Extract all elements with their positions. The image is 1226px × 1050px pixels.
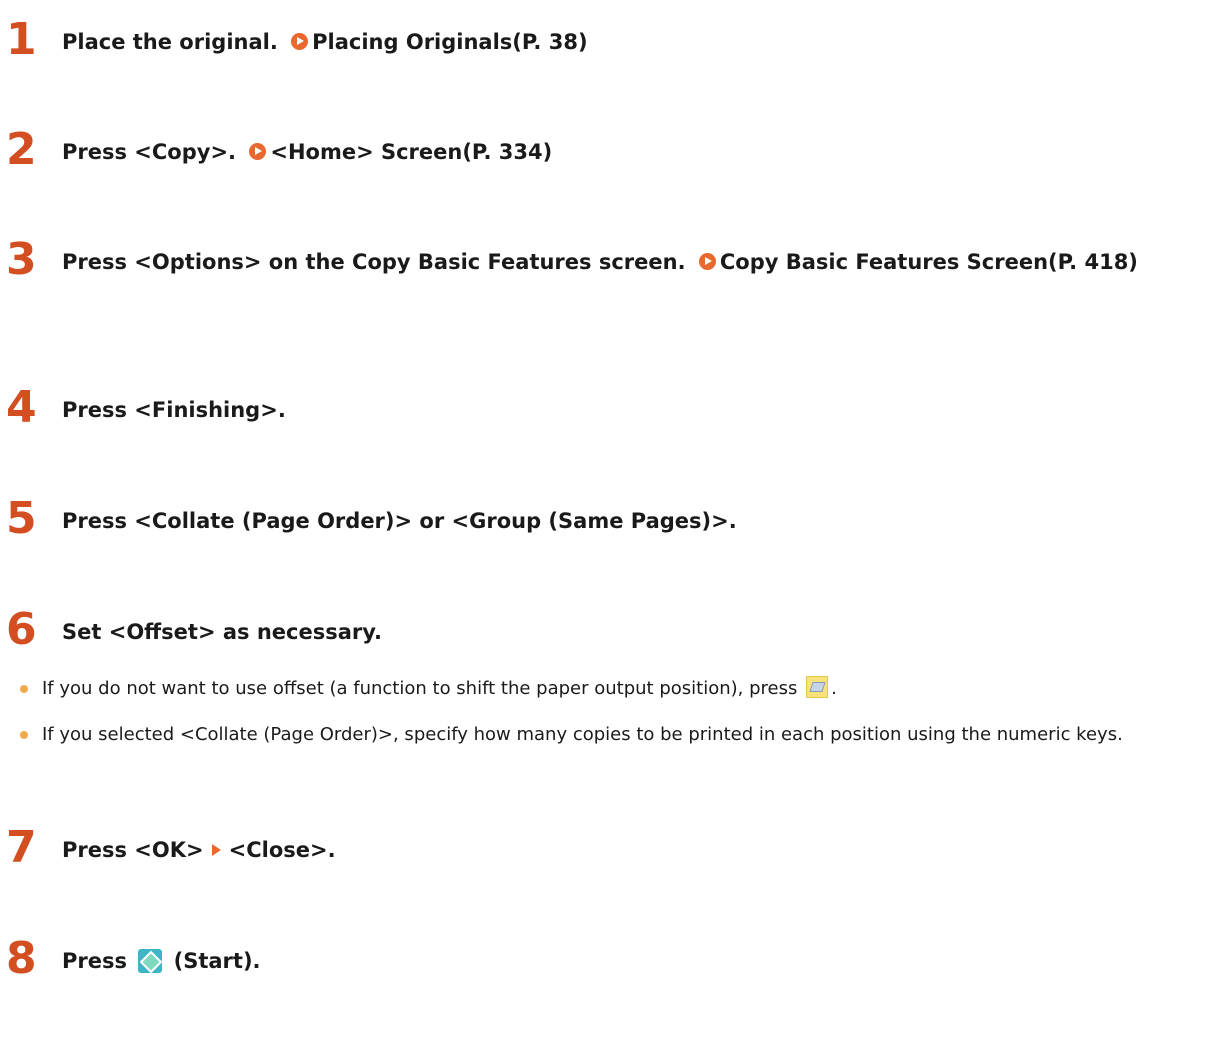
bullet-text: If you do not want to use offset (a func… <box>42 673 1226 705</box>
step-text: Press <Finishing>. <box>62 398 286 422</box>
link-arrow-icon <box>249 143 267 160</box>
step-instruction: Press <Copy>. <box>62 140 237 164</box>
step-number: 6 <box>6 604 37 655</box>
bullet-dot <box>20 685 28 693</box>
step-instruction: Press <OK> <box>62 838 204 862</box>
link-arrow-icon <box>291 33 309 50</box>
step-instruction: Place the original. <box>62 30 278 54</box>
start-key-icon[interactable] <box>138 949 163 973</box>
step-instruction: Press <Options> on the Copy Basic Featur… <box>62 250 686 274</box>
bullet-text-end: . <box>831 678 837 699</box>
step-text: Press <OK> <Close>. <box>62 832 1212 868</box>
step-text: Press <Collate (Page Order)> or <Group (… <box>62 509 737 533</box>
step-instruction-end: (Start). <box>173 949 261 973</box>
step-number: 3 <box>6 234 37 285</box>
next-arrow-icon <box>211 844 221 856</box>
step-text: Place the original. Placing Originals(P.… <box>62 24 1212 60</box>
link-placing-originals[interactable]: Placing Originals(P. 38) <box>312 30 587 54</box>
step-text: Press (Start). <box>62 943 1212 979</box>
step-number: 2 <box>6 124 37 175</box>
bullet-text: If you selected <Collate (Page Order)>, … <box>42 724 1123 745</box>
link-home-screen[interactable]: <Home> Screen(P. 334) <box>270 140 552 164</box>
bullet-text-content: If you do not want to use offset (a func… <box>42 678 798 699</box>
link-arrow-icon <box>698 253 716 270</box>
step-text: Press <Copy>. <Home> Screen(P. 334) <box>62 134 1212 170</box>
link-copy-basic-features[interactable]: Copy Basic Features Screen(P. 418) <box>720 250 1138 274</box>
step-number: 5 <box>6 493 37 544</box>
step-instruction: Press <box>62 949 127 973</box>
step-number: 7 <box>6 822 37 873</box>
step-number: 8 <box>6 933 37 984</box>
step-number: 1 <box>6 14 37 65</box>
step-instruction-end: <Close>. <box>228 838 336 862</box>
step-text: Press <Options> on the Copy Basic Featur… <box>62 244 1212 280</box>
paper-offset-icon[interactable] <box>806 676 829 698</box>
bullet-dot <box>20 731 28 739</box>
step-text: Set <Offset> as necessary. <box>62 620 382 644</box>
step-number: 4 <box>6 382 37 433</box>
